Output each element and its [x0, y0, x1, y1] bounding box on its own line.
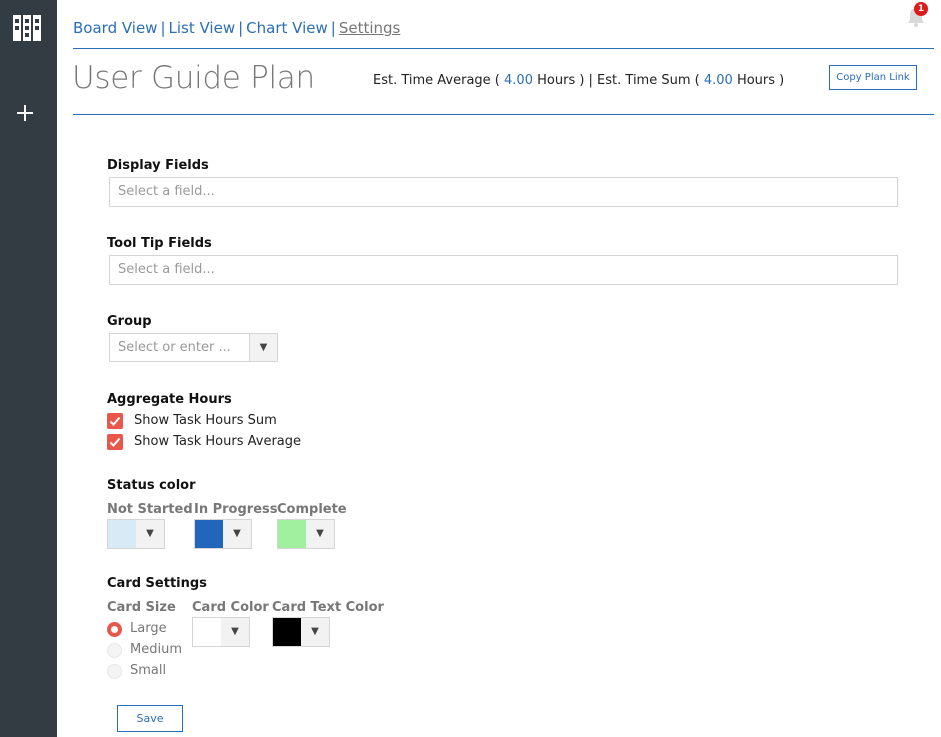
card-size-small-radio[interactable]	[107, 664, 122, 679]
nav-divider	[73, 48, 934, 49]
show-avg-checkbox[interactable]	[107, 434, 123, 450]
card-color-picker[interactable]: ▼	[192, 617, 250, 647]
est-sum-suffix: Hours )	[736, 73, 785, 88]
not-started-color-picker[interactable]: ▼	[107, 519, 165, 549]
add-plan-icon[interactable]	[14, 103, 36, 125]
show-sum-checkbox[interactable]	[107, 413, 123, 429]
card-size-medium-label: Medium	[130, 642, 182, 657]
card-settings-label: Card Settings	[107, 576, 207, 591]
board-logo-icon[interactable]	[13, 15, 41, 41]
card-color-label: Card Color	[192, 600, 269, 615]
tooltip-fields-input[interactable]: Select a field...	[109, 255, 898, 285]
chart-view-link[interactable]: Chart View	[246, 19, 328, 37]
list-view-link[interactable]: List View	[169, 19, 236, 37]
tooltip-fields-label: Tool Tip Fields	[107, 236, 212, 251]
complete-color-picker[interactable]: ▼	[277, 519, 335, 549]
est-avg-prefix: Est. Time Average (	[373, 73, 500, 88]
chevron-down-icon[interactable]: ▼	[306, 520, 334, 548]
card-color-swatch	[193, 618, 221, 646]
show-avg-label: Show Task Hours Average	[134, 434, 302, 449]
page-title: User Guide Plan	[72, 60, 315, 96]
notification-badge: 1	[914, 2, 928, 16]
in-progress-swatch	[195, 520, 223, 548]
aggregate-hours-label: Aggregate Hours	[107, 392, 232, 407]
est-sum-value: 4.00	[703, 73, 733, 88]
est-avg-value: 4.00	[504, 73, 533, 88]
card-text-color-swatch	[273, 618, 301, 646]
settings-link[interactable]: Settings	[339, 19, 401, 37]
in-progress-color-picker[interactable]: ▼	[194, 519, 252, 549]
card-size-medium-radio[interactable]	[107, 643, 122, 658]
copy-plan-link-button[interactable]: Copy Plan Link	[829, 65, 917, 90]
group-dropdown-icon[interactable]: ▼	[249, 334, 277, 361]
sidebar	[0, 0, 57, 737]
not-started-label: Not Started	[107, 502, 193, 517]
show-sum-label: Show Task Hours Sum	[134, 413, 277, 428]
est-avg-suffix: Hours ) | Est. Time Sum (	[537, 73, 700, 88]
board-view-link[interactable]: Board View	[73, 19, 157, 37]
status-color-label: Status color	[107, 478, 196, 493]
chevron-down-icon[interactable]: ▼	[136, 520, 164, 548]
in-progress-label: In Progress	[194, 502, 278, 517]
complete-label: Complete	[277, 502, 347, 517]
card-text-color-label: Card Text Color	[272, 600, 384, 615]
chevron-down-icon[interactable]: ▼	[301, 618, 329, 646]
header-divider	[73, 114, 934, 115]
group-label: Group	[107, 314, 152, 329]
view-nav: Board View | List View | Chart View | Settings	[73, 19, 400, 37]
estimate-summary: Est. Time Average ( 4.00 Hours ) | Est. …	[373, 73, 784, 88]
not-started-swatch	[108, 520, 136, 548]
card-size-label: Card Size	[107, 600, 176, 615]
card-text-color-picker[interactable]: ▼	[272, 617, 330, 647]
chevron-down-icon[interactable]: ▼	[223, 520, 251, 548]
card-size-small-label: Small	[130, 663, 167, 678]
complete-swatch	[278, 520, 306, 548]
display-fields-label: Display Fields	[107, 158, 209, 173]
nav-separator: |	[160, 19, 166, 37]
chevron-down-icon[interactable]: ▼	[221, 618, 249, 646]
nav-separator: |	[330, 19, 336, 37]
group-placeholder: Select or enter ...	[118, 340, 231, 355]
display-fields-input[interactable]: Select a field...	[109, 177, 898, 207]
card-size-large-label: Large	[130, 621, 167, 636]
card-size-large-radio[interactable]	[107, 622, 122, 637]
nav-separator: |	[238, 19, 244, 37]
save-button[interactable]: Save	[117, 705, 183, 732]
